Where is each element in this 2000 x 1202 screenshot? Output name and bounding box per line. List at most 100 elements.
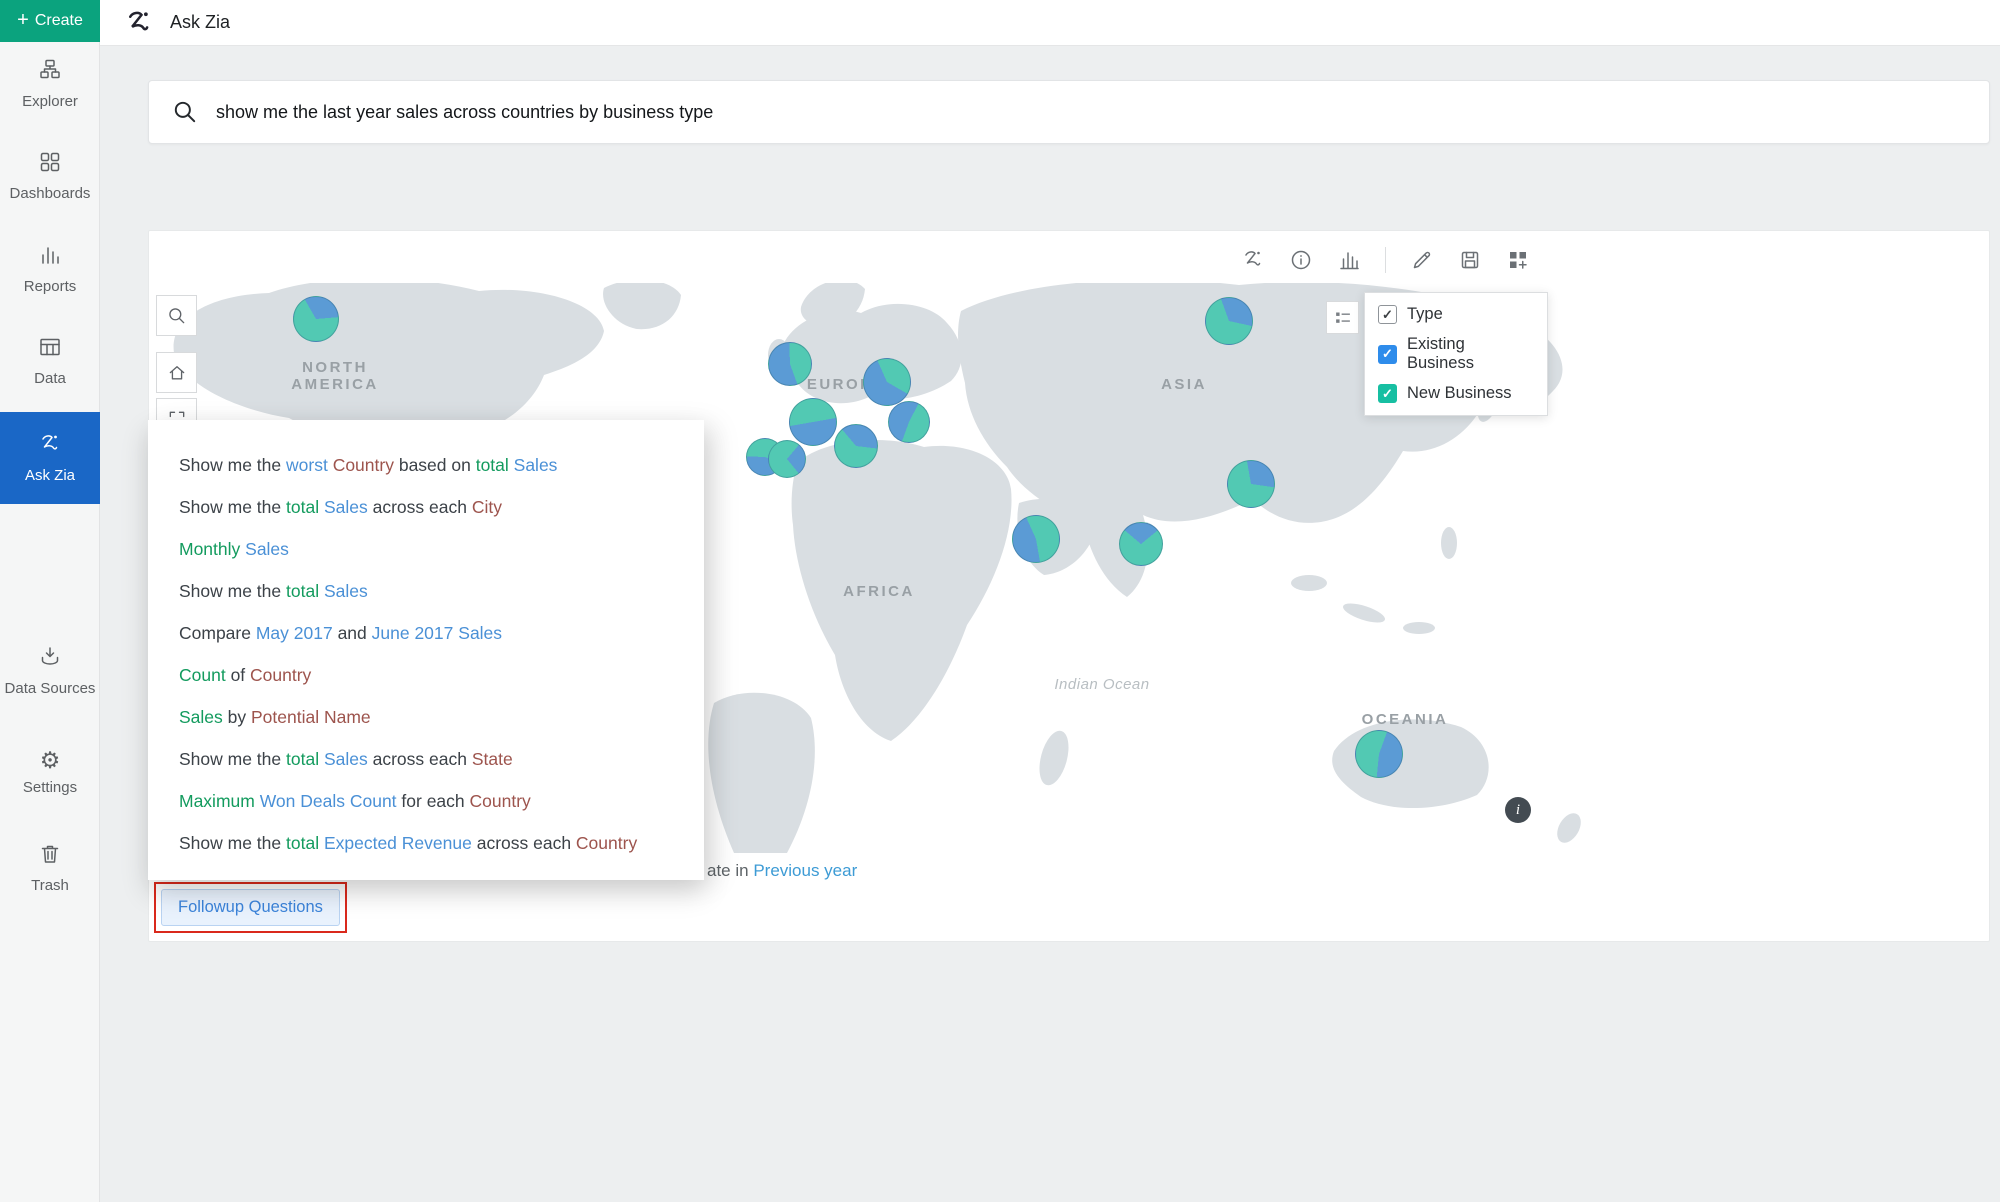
map-label-oceania: OCEANIA <box>1362 711 1449 728</box>
page-title: Ask Zia <box>170 12 230 33</box>
add-to-dashboard-icon[interactable] <box>1506 248 1530 272</box>
suggestion-segment: Show me the <box>179 581 286 601</box>
legend-row-new-business[interactable]: ✓ New Business <box>1378 384 1534 403</box>
search-icon <box>172 99 198 125</box>
caption-previous-year-link[interactable]: Previous year <box>753 861 857 880</box>
edit-icon[interactable] <box>1410 248 1434 272</box>
sidebar-item-label: Ask Zia <box>25 467 75 484</box>
suggestion-segment: Sales <box>179 707 223 727</box>
explorer-icon <box>38 58 62 86</box>
suggestion-segment: total <box>286 581 324 601</box>
sidebar-item-settings[interactable]: ⚙ Settings <box>0 748 100 796</box>
suggestion-segment: Sales <box>324 581 368 601</box>
suggestion-segment: Potential Name <box>251 707 371 727</box>
suggestion-item[interactable]: Show me the total Sales across each City <box>179 486 704 528</box>
sidebar-item-label: Trash <box>31 877 69 894</box>
map-attribution-info-icon[interactable]: i <box>1505 797 1531 823</box>
suggestion-segment: State <box>472 749 513 769</box>
ask-zia-app: + Create Explorer Dashboards Reports <box>0 0 2000 1202</box>
map-pie-marker[interactable] <box>1227 460 1275 508</box>
suggestion-segment: based on <box>394 455 476 475</box>
suggestion-item[interactable]: Show me the total Sales across each Stat… <box>179 738 704 780</box>
suggestion-item[interactable]: Show me the total Sales <box>179 570 704 612</box>
followup-questions-button[interactable]: Followup Questions <box>161 889 340 926</box>
suggestion-item[interactable]: Show me the total Expected Revenue acros… <box>179 822 704 864</box>
suggestion-segment: total <box>286 497 324 517</box>
suggestion-segment: Country <box>333 455 394 475</box>
map-pie-marker[interactable] <box>863 358 911 406</box>
chart-type-icon[interactable] <box>1337 248 1361 272</box>
map-pie-marker[interactable] <box>768 342 812 386</box>
map-pie-marker[interactable] <box>1355 730 1403 778</box>
sidebar-item-explorer[interactable]: Explorer <box>0 58 100 110</box>
map-pie-marker[interactable] <box>1205 297 1253 345</box>
sidebar-item-data[interactable]: Data <box>0 335 100 387</box>
suggestion-segment: Sales <box>458 623 502 643</box>
save-icon[interactable] <box>1458 248 1482 272</box>
suggestion-segment: for each <box>397 791 470 811</box>
existing-business-checkbox[interactable]: ✓ <box>1378 345 1397 364</box>
sidebar-item-data-sources[interactable]: Data Sources <box>0 645 100 697</box>
sidebar-item-label: Data <box>34 370 66 387</box>
map-pie-marker[interactable] <box>293 296 339 342</box>
legend-row-type[interactable]: ✓ Type <box>1378 305 1534 324</box>
legend-row-existing-business[interactable]: ✓ Existing Business <box>1378 335 1534 373</box>
suggestion-segment: June 2017 <box>372 623 454 643</box>
type-checkbox[interactable]: ✓ <box>1378 305 1397 324</box>
suggestion-item[interactable]: Maximum Won Deals Count for each Country <box>179 780 704 822</box>
dashboards-icon <box>38 150 62 178</box>
suggestion-segment: and <box>333 623 372 643</box>
home-icon <box>167 363 187 383</box>
map-pie-marker[interactable] <box>1119 522 1163 566</box>
map-pie-marker[interactable] <box>888 401 930 443</box>
map-pie-marker[interactable] <box>789 398 837 446</box>
info-icon[interactable] <box>1289 248 1313 272</box>
suggestion-segment: Country <box>576 833 637 853</box>
zia-suggestion-icon[interactable] <box>1241 248 1265 272</box>
suggestion-segment: Country <box>470 791 531 811</box>
suggestion-item[interactable]: Monthly Sales <box>179 528 704 570</box>
sidebar: + Create Explorer Dashboards Reports <box>0 0 100 1202</box>
gear-icon: ⚙ <box>40 748 61 772</box>
legend-title: Type <box>1407 305 1443 324</box>
sidebar-item-ask-zia[interactable]: Ask Zia <box>0 412 100 504</box>
legend-toggle-button[interactable] <box>1326 301 1359 334</box>
map-pie-marker[interactable] <box>1012 515 1060 563</box>
map-search-button[interactable] <box>156 295 197 336</box>
suggestion-segment: of <box>226 665 250 685</box>
suggestion-segment: total <box>286 833 324 853</box>
toolbar-divider <box>1385 247 1386 273</box>
suggestion-item[interactable]: Show me the worst Country based on total… <box>179 444 704 486</box>
suggestion-segment: Sales <box>245 539 289 559</box>
suggestion-item[interactable]: Count of Country <box>179 654 704 696</box>
suggestion-segment: by <box>223 707 251 727</box>
map-label-north-america: NORTH AMERICA <box>270 359 400 393</box>
ask-zia-search-box <box>148 80 1990 144</box>
suggestion-segment: Sales <box>514 455 558 475</box>
map-home-button[interactable] <box>156 352 197 393</box>
suggestion-segment: worst <box>286 455 328 475</box>
map-pie-marker[interactable] <box>768 440 806 478</box>
sidebar-item-label: Dashboards <box>10 185 91 202</box>
suggestion-segment: across each <box>368 497 472 517</box>
suggestion-item[interactable]: Compare May 2017 and June 2017 Sales <box>179 612 704 654</box>
sidebar-item-dashboards[interactable]: Dashboards <box>0 150 100 202</box>
suggestion-segment: Expected Revenue <box>324 833 472 853</box>
sidebar-item-label: Explorer <box>22 93 78 110</box>
ask-zia-query-input[interactable] <box>214 101 1989 124</box>
suggestion-segment: Sales <box>324 497 368 517</box>
suggestion-segment: total <box>476 455 514 475</box>
map-label-africa: AFRICA <box>843 583 915 600</box>
new-business-checkbox[interactable]: ✓ <box>1378 384 1397 403</box>
zia-icon <box>38 432 62 460</box>
suggestion-segment: Count <box>179 665 226 685</box>
caption-text: ate in <box>707 861 753 880</box>
sidebar-item-trash[interactable]: Trash <box>0 842 100 894</box>
map-pie-marker[interactable] <box>834 424 878 468</box>
create-button[interactable]: + Create <box>0 0 100 42</box>
report-toolbar <box>1241 247 1530 273</box>
sidebar-item-reports[interactable]: Reports <box>0 243 100 295</box>
topbar: Ask Zia <box>100 0 2000 46</box>
suggestion-item[interactable]: Sales by Potential Name <box>179 696 704 738</box>
report-caption: ate in Previous year <box>707 861 857 881</box>
